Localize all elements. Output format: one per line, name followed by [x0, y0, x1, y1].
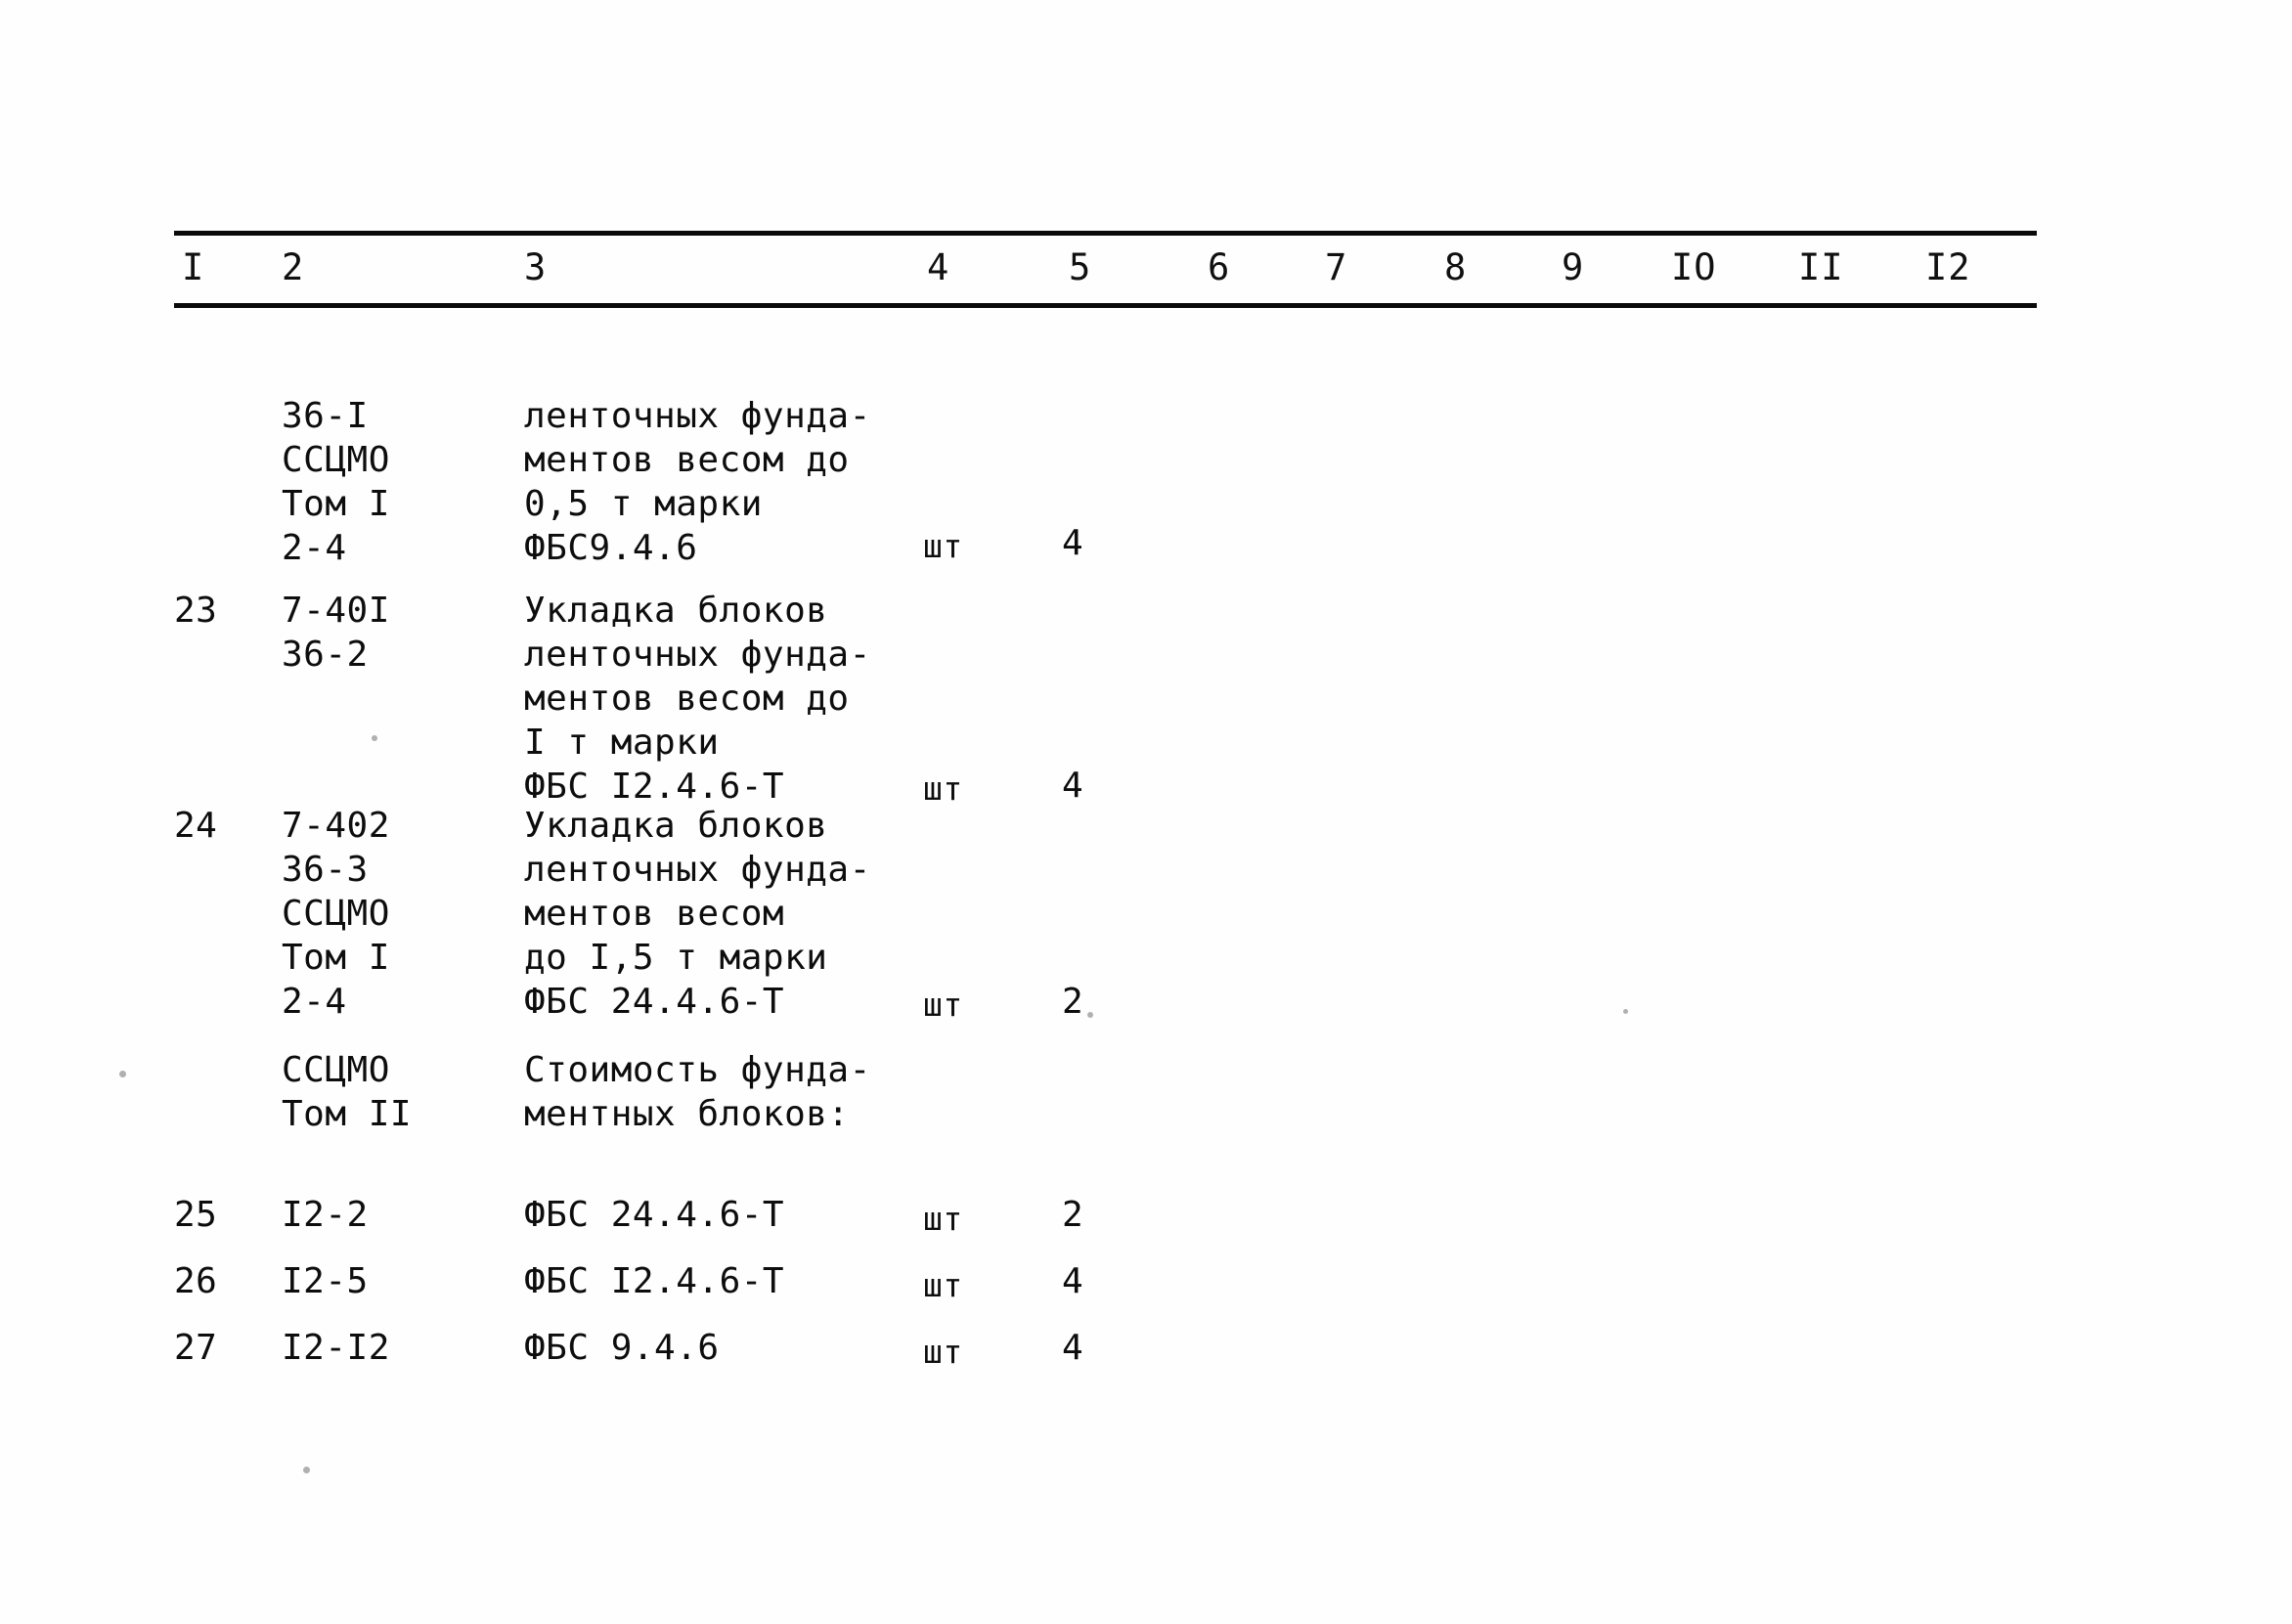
column-header-7: 7 — [1325, 246, 1348, 288]
row-quantity: 2 — [1062, 1195, 1084, 1235]
column-header-1: I — [182, 246, 205, 288]
scan-speck — [1623, 1009, 1628, 1014]
table-row: 26 I2-5 ФБС I2.4.6-Т шт 4 — [0, 1259, 2053, 1310]
table-row: 25 I2-2 ФБС 24.4.6-Т шт 2 — [0, 1193, 2053, 1244]
table-column-header-row: I 2 3 4 5 6 7 8 9 IO II I2 — [0, 246, 2053, 297]
row-description: ФБС 9.4.6 — [524, 1328, 720, 1368]
right-margin-stamps: 807-11-17.85 (У.I) - I54 - 20967-09 — [2050, 0, 2292, 1624]
table-row: ССЦМО Том II Стоимость фунда- ментных бл… — [0, 1048, 2053, 1146]
row-norm-code: I2-I2 — [282, 1328, 390, 1368]
table-row: 23 7-40I 36-2 Укладка блоков ленточных ф… — [0, 589, 2053, 813]
row-description: Стоимость фунда- ментных блоков: — [524, 1050, 871, 1134]
row-norm-code: I2-2 — [282, 1195, 369, 1235]
column-header-5: 5 — [1069, 246, 1092, 288]
row-item-number: 27 — [174, 1328, 218, 1368]
row-quantity: 4 — [1062, 1261, 1084, 1301]
row-norm-code: 7-402 36-3 ССЦМО Том I 2-4 — [282, 806, 390, 1022]
row-unit: шт — [923, 1200, 963, 1238]
row-quantity: 4 — [1062, 766, 1084, 806]
row-norm-code: ССЦМО Том II — [282, 1050, 413, 1134]
table-row: 24 7-402 36-3 ССЦМО Том I 2-4 Укладка бл… — [0, 804, 2053, 1029]
row-unit: шт — [923, 1266, 963, 1304]
table-row: 36-I ССЦМО Том I 2-4 ленточных фунда- ме… — [0, 394, 2053, 575]
row-norm-code: I2-5 — [282, 1261, 369, 1301]
row-norm-code: 36-I ССЦМО Том I 2-4 — [282, 396, 390, 568]
row-description: Укладка блоков ленточных фунда- ментов в… — [524, 591, 871, 807]
column-header-9: 9 — [1562, 246, 1585, 288]
scan-speck — [372, 735, 377, 741]
column-header-10: IO — [1671, 246, 1717, 288]
row-description: ленточных фунда- ментов весом до 0,5 т м… — [524, 396, 871, 568]
row-item-number: 24 — [174, 806, 218, 846]
column-header-11: II — [1798, 246, 1844, 288]
row-description: ФБС I2.4.6-Т — [524, 1261, 785, 1301]
column-header-2: 2 — [282, 246, 305, 288]
row-item-number: 26 — [174, 1261, 218, 1301]
row-norm-code: 7-40I 36-2 — [282, 591, 390, 675]
table-header-bottom-rule — [174, 303, 2037, 308]
scan-speck — [303, 1467, 310, 1473]
row-quantity: 4 — [1062, 1328, 1084, 1368]
row-description: ФБС 24.4.6-Т — [524, 1195, 785, 1235]
row-item-number: 23 — [174, 591, 218, 631]
column-header-4: 4 — [927, 246, 950, 288]
row-item-number: 25 — [174, 1195, 218, 1235]
table-top-rule — [174, 231, 2037, 236]
row-unit: шт — [923, 986, 963, 1024]
row-description: Укладка блоков ленточных фунда- ментов в… — [524, 806, 871, 1022]
column-header-12: I2 — [1925, 246, 1971, 288]
scan-speck — [119, 1071, 126, 1077]
scan-speck — [1087, 1012, 1093, 1018]
row-unit: шт — [923, 527, 963, 565]
table-row: 27 I2-I2 ФБС 9.4.6 шт 4 — [0, 1326, 2053, 1377]
row-unit: шт — [923, 1333, 963, 1371]
column-header-6: 6 — [1208, 246, 1231, 288]
column-header-3: 3 — [524, 246, 548, 288]
column-header-8: 8 — [1444, 246, 1468, 288]
row-quantity: 4 — [1062, 523, 1084, 563]
row-quantity: 2 — [1062, 982, 1084, 1022]
document-page: I 2 3 4 5 6 7 8 9 IO II I2 36-I ССЦМО То… — [0, 0, 2292, 1624]
table-sheet: I 2 3 4 5 6 7 8 9 IO II I2 36-I ССЦМО То… — [0, 0, 2053, 1624]
